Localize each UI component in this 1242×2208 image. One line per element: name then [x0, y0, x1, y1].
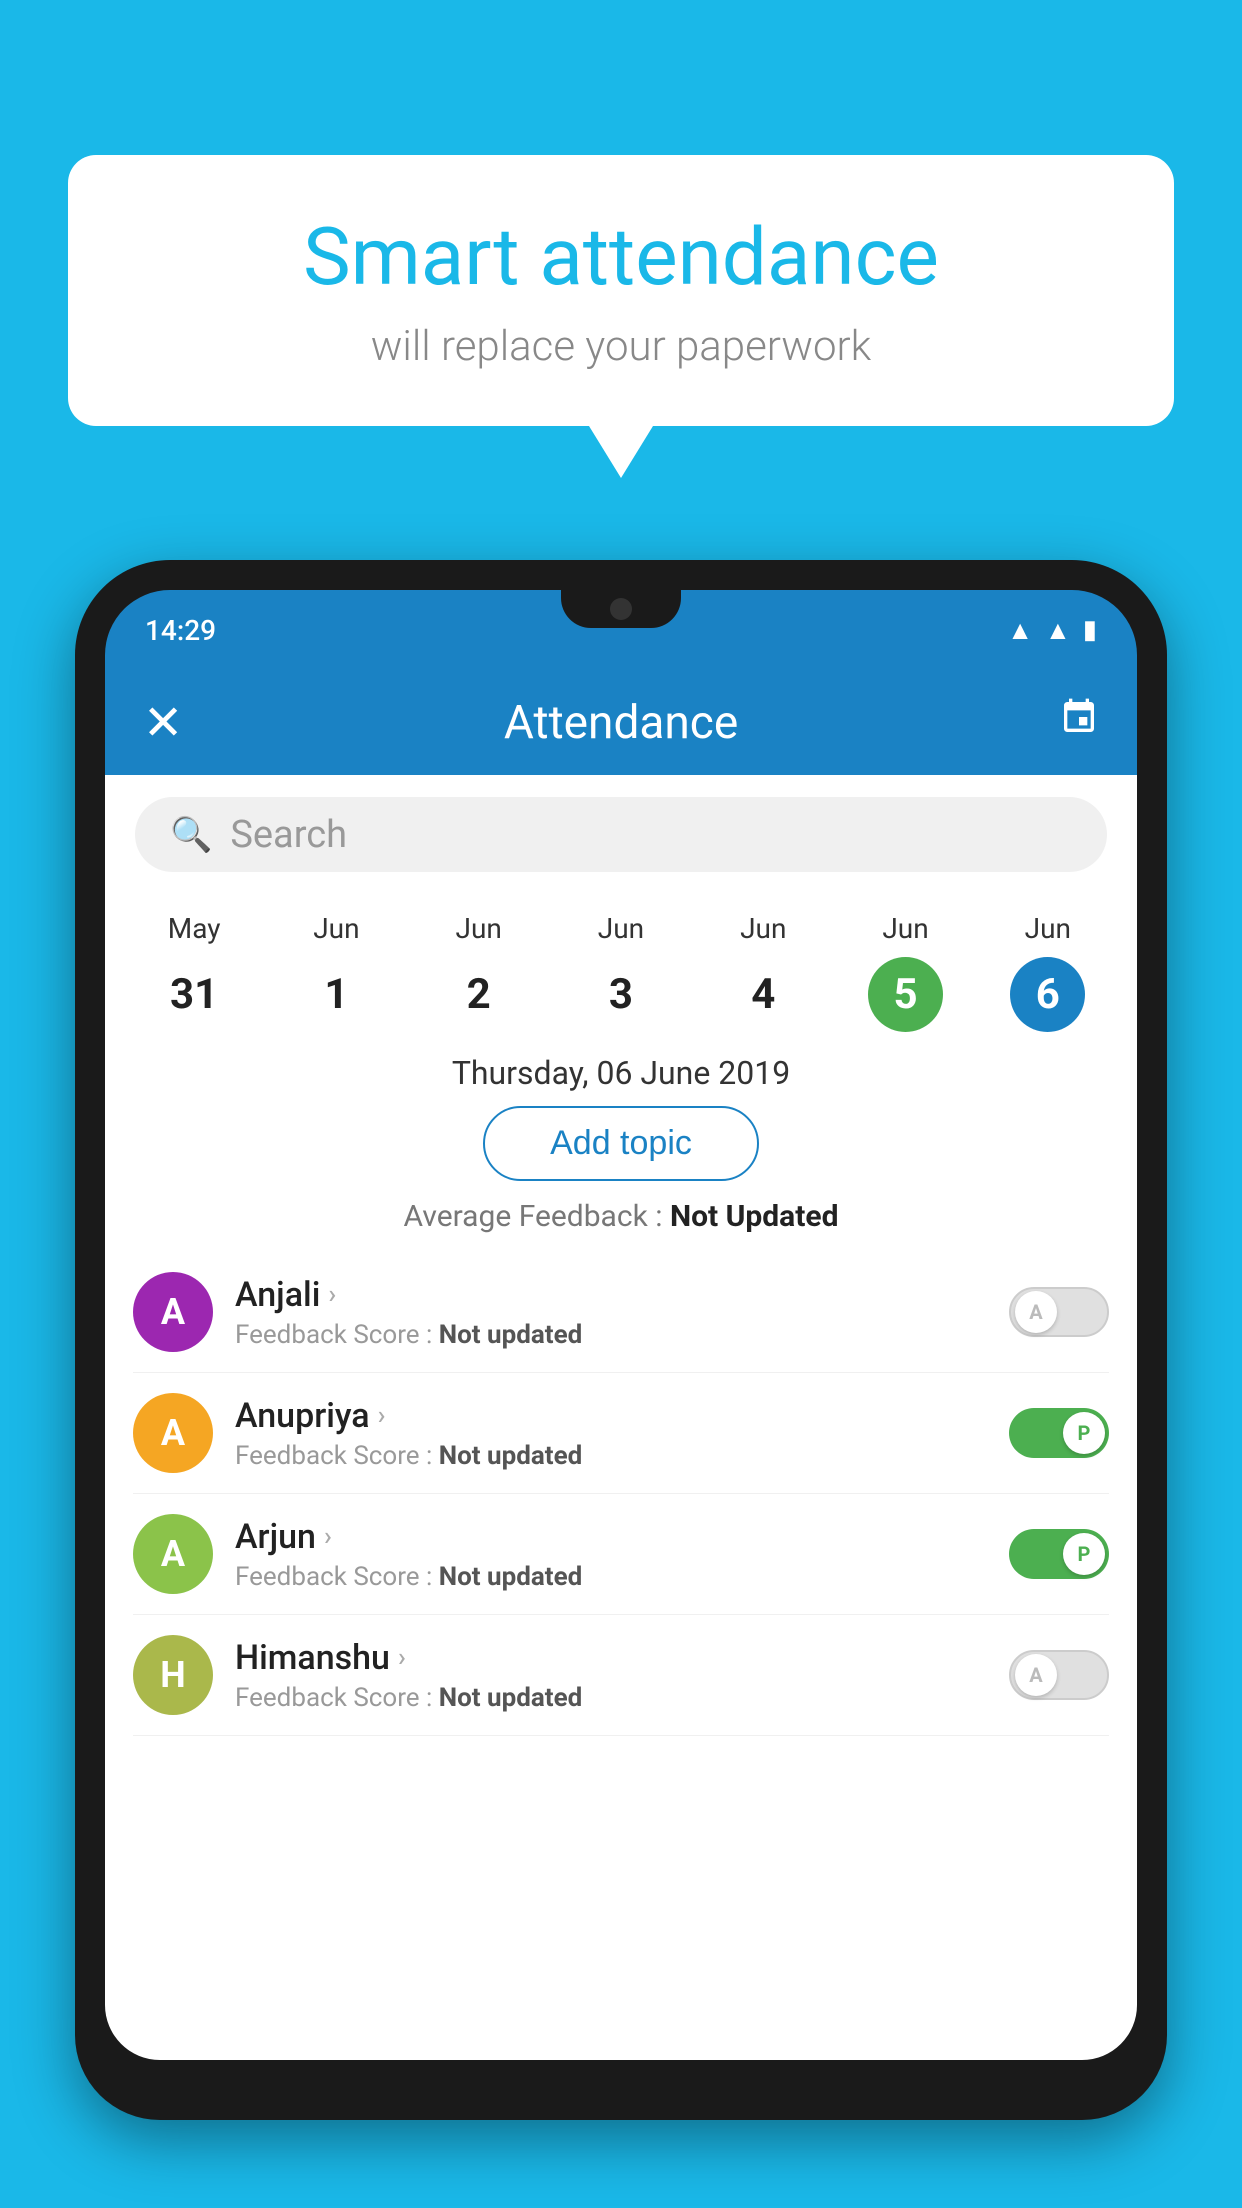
cal-date-label: 31 [157, 957, 232, 1032]
add-topic-button[interactable]: Add topic [483, 1106, 759, 1181]
chevron-icon: › [398, 1643, 406, 1673]
cal-date-label: 2 [441, 957, 516, 1032]
battery-icon: ▮ [1083, 615, 1097, 645]
cal-date-label: 4 [726, 957, 801, 1032]
calendar-row: May 31 Jun 1 Jun 2 Jun 3 Jun 4 Jun 5 Jun 6 [105, 894, 1137, 1032]
search-placeholder: Search [230, 813, 347, 857]
phone-notch [561, 590, 681, 628]
cal-month-label: Jun [456, 912, 502, 945]
cal-month-label: Jun [740, 912, 786, 945]
student-avatar: H [133, 1635, 213, 1715]
camera-dot [610, 598, 632, 620]
student-row[interactable]: A Anupriya › Feedback Score : Not updated P [133, 1373, 1109, 1494]
chevron-icon: › [328, 1280, 336, 1310]
student-info: Arjun › Feedback Score : Not updated [235, 1517, 1009, 1592]
search-icon: 🔍 [170, 815, 212, 855]
student-info: Anupriya › Feedback Score : Not updated [235, 1396, 1009, 1471]
student-avatar: A [133, 1514, 213, 1594]
student-avatar: A [133, 1393, 213, 1473]
cal-month-label: Jun [598, 912, 644, 945]
avg-feedback-label: Average Feedback : [404, 1199, 670, 1234]
phone-container: 14:29 ▲ ▲ ▮ ✕ Attendance 🔍 Sea [75, 560, 1167, 2208]
student-row[interactable]: A Arjun › Feedback Score : Not updated P [133, 1494, 1109, 1615]
student-feedback: Feedback Score : Not updated [235, 1562, 1009, 1592]
attendance-toggle[interactable]: P [1009, 1408, 1109, 1458]
status-bar: 14:29 ▲ ▲ ▮ [105, 590, 1137, 670]
calendar-day[interactable]: Jun 3 [583, 912, 658, 1032]
speech-bubble: Smart attendance will replace your paper… [68, 155, 1174, 426]
calendar-day[interactable]: Jun 6 [1010, 912, 1085, 1032]
student-row[interactable]: AAnjali ›Feedback Score : Not updatedA [133, 1252, 1109, 1373]
cal-month-label: May [168, 912, 221, 945]
attendance-toggle[interactable]: P [1009, 1529, 1109, 1579]
speech-bubble-subtitle: will replace your paperwork [148, 322, 1094, 371]
cal-date-label: 6 [1010, 957, 1085, 1032]
calendar-day[interactable]: Jun 2 [441, 912, 516, 1032]
status-icons: ▲ ▲ ▮ [1007, 615, 1097, 646]
cal-month-label: Jun [882, 912, 928, 945]
toggle-knob: P [1063, 1412, 1105, 1454]
toggle-knob: A [1015, 1291, 1057, 1333]
student-row[interactable]: H Himanshu › Feedback Score : Not updatedA [133, 1615, 1109, 1736]
cal-date-label: 5 [868, 957, 943, 1032]
student-list: AAnjali ›Feedback Score : Not updatedAAA… [105, 1252, 1137, 1736]
wifi-icon: ▲ [1007, 615, 1033, 646]
attendance-toggle[interactable]: A [1009, 1650, 1109, 1700]
cal-date-label: 3 [583, 957, 658, 1032]
calendar-icon[interactable] [1059, 697, 1099, 748]
chevron-icon: › [378, 1401, 386, 1431]
close-button[interactable]: ✕ [143, 694, 183, 751]
student-avatar: A [133, 1272, 213, 1352]
student-feedback: Feedback Score : Not updated [235, 1441, 1009, 1471]
student-name: Arjun › [235, 1517, 1009, 1557]
student-info: Himanshu › Feedback Score : Not updated [235, 1638, 1009, 1713]
speech-bubble-tail [589, 426, 653, 478]
attendance-toggle[interactable]: A [1009, 1287, 1109, 1337]
calendar-day[interactable]: May 31 [157, 912, 232, 1032]
search-bar[interactable]: 🔍 Search [135, 797, 1107, 872]
calendar-day[interactable]: Jun 1 [299, 912, 374, 1032]
calendar-day[interactable]: Jun 4 [726, 912, 801, 1032]
student-feedback: Feedback Score : Not updated [235, 1320, 1009, 1350]
student-info: Anjali › Feedback Score : Not updated [235, 1275, 1009, 1350]
calendar-day[interactable]: Jun 5 [868, 912, 943, 1032]
date-label: Thursday, 06 June 2019 [105, 1032, 1137, 1106]
cal-month-label: Jun [313, 912, 359, 945]
average-feedback: Average Feedback : Not Updated [105, 1199, 1137, 1234]
phone-outer: 14:29 ▲ ▲ ▮ ✕ Attendance 🔍 Sea [75, 560, 1167, 2120]
chevron-icon: › [324, 1522, 332, 1552]
app-bar-title: Attendance [504, 696, 738, 750]
student-name: Anjali › [235, 1275, 1009, 1315]
toggle-knob: A [1015, 1654, 1057, 1696]
search-container: 🔍 Search [105, 775, 1137, 894]
signal-icon: ▲ [1045, 615, 1071, 646]
toggle-knob: P [1063, 1533, 1105, 1575]
student-feedback: Feedback Score : Not updated [235, 1683, 1009, 1713]
student-name: Himanshu › [235, 1638, 1009, 1678]
student-name: Anupriya › [235, 1396, 1009, 1436]
phone-screen: 🔍 Search May 31 Jun 1 Jun 2 Jun 3 Jun 4 Jun 5 Jun 6 T… [105, 775, 1137, 2060]
app-bar: ✕ Attendance [105, 670, 1137, 775]
avg-feedback-value: Not Updated [670, 1199, 839, 1234]
status-time: 14:29 [145, 614, 216, 647]
cal-date-label: 1 [299, 957, 374, 1032]
speech-bubble-title: Smart attendance [148, 210, 1094, 304]
cal-month-label: Jun [1025, 912, 1071, 945]
speech-bubble-container: Smart attendance will replace your paper… [68, 155, 1174, 478]
